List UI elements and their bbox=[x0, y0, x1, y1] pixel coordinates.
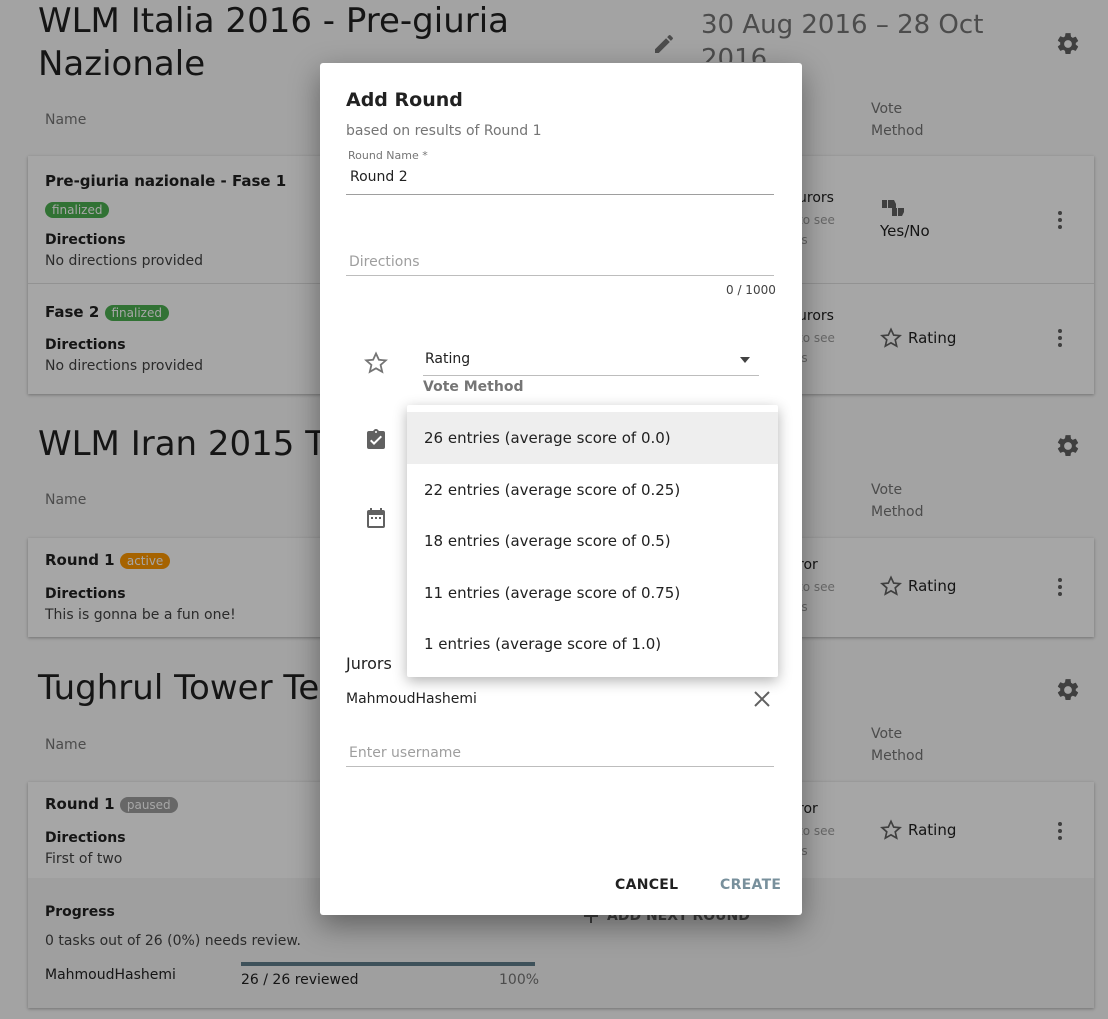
dialog-title: Add Round bbox=[346, 89, 463, 111]
directions-underline bbox=[346, 275, 774, 276]
menu-item[interactable]: 1 entries (average score of 1.0) bbox=[407, 618, 778, 670]
dropdown-arrow-icon[interactable] bbox=[740, 357, 750, 363]
jurors-heading: Jurors bbox=[346, 654, 392, 673]
dialog-subtitle: based on results of Round 1 bbox=[346, 123, 542, 139]
close-icon[interactable] bbox=[752, 689, 772, 709]
vote-method-underline bbox=[423, 375, 759, 376]
juror-chip: MahmoudHashemi bbox=[346, 691, 477, 707]
calendar-icon bbox=[367, 508, 385, 528]
create-button[interactable]: CREATE bbox=[720, 877, 781, 893]
menu-item[interactable]: 22 entries (average score of 0.25) bbox=[407, 464, 778, 516]
username-underline bbox=[346, 766, 774, 767]
threshold-dropdown-menu: 26 entries (average score of 0.0) 22 ent… bbox=[407, 405, 778, 677]
menu-item[interactable]: 26 entries (average score of 0.0) bbox=[407, 412, 778, 464]
round-name-input[interactable]: Round 2 bbox=[350, 169, 408, 185]
round-name-label: Round Name * bbox=[348, 149, 428, 162]
username-input[interactable]: Enter username bbox=[349, 745, 461, 761]
clipboard-check-icon bbox=[367, 429, 385, 449]
round-name-underline bbox=[346, 194, 774, 195]
star-icon bbox=[364, 351, 388, 374]
cancel-button[interactable]: CANCEL bbox=[615, 877, 678, 893]
round-name-label-text: Round Name bbox=[348, 149, 419, 162]
directions-input[interactable]: Directions bbox=[349, 254, 420, 270]
vote-method-select[interactable]: Rating bbox=[425, 351, 470, 367]
vote-method-label: Vote Method bbox=[423, 379, 524, 395]
directions-char-counter: 0 / 1000 bbox=[726, 283, 776, 297]
menu-item[interactable]: 11 entries (average score of 0.75) bbox=[407, 567, 778, 619]
menu-item[interactable]: 18 entries (average score of 0.5) bbox=[407, 515, 778, 567]
